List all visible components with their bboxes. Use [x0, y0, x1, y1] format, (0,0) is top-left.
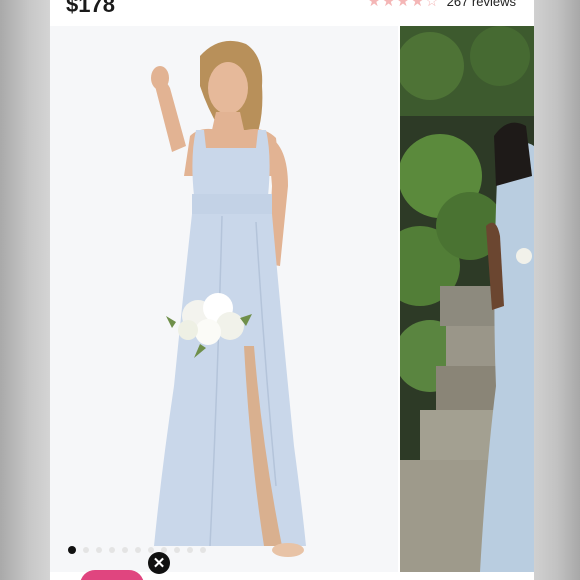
rating-stars: ★ ★ ★ ★ ☆	[367, 0, 438, 9]
carousel-dot[interactable]	[174, 547, 180, 553]
carousel-dot[interactable]	[109, 547, 115, 553]
product-price: $178	[66, 0, 115, 17]
screenshot-frame-left	[0, 0, 50, 580]
product-header: $178 ★ ★ ★ ★ ☆ 267 reviews	[50, 0, 534, 26]
carousel-dot[interactable]	[200, 547, 206, 553]
star-icon: ★	[367, 0, 381, 10]
carousel-dot[interactable]	[148, 547, 154, 553]
carousel-dot[interactable]	[122, 547, 128, 553]
floating-action-button[interactable]	[80, 570, 144, 580]
reviews-link[interactable]: 267 reviews	[447, 0, 516, 9]
star-icon: ★	[410, 0, 425, 10]
carousel-pagination[interactable]	[68, 546, 206, 554]
screenshot-frame-right	[534, 0, 580, 580]
star-icon: ★	[381, 0, 396, 10]
carousel-dot[interactable]	[187, 547, 193, 553]
carousel-dot[interactable]	[68, 546, 76, 554]
bridesmaid-gown-photo	[50, 26, 398, 572]
carousel-dot[interactable]	[83, 547, 89, 553]
product-image-carousel[interactable]: ✕	[50, 26, 534, 574]
product-page: $178 ★ ★ ★ ★ ☆ 267 reviews ✕	[50, 0, 534, 580]
product-image-main[interactable]	[50, 26, 398, 572]
product-image-next[interactable]	[400, 26, 534, 572]
half-star-icon: ☆	[425, 0, 439, 10]
carousel-dot[interactable]	[96, 547, 102, 553]
star-icon: ★	[396, 0, 410, 10]
carousel-dot[interactable]	[135, 547, 141, 553]
rating-summary[interactable]: ★ ★ ★ ★ ☆ 267 reviews	[367, 0, 516, 9]
close-icon[interactable]: ✕	[148, 552, 170, 574]
garden-photo	[400, 26, 534, 572]
